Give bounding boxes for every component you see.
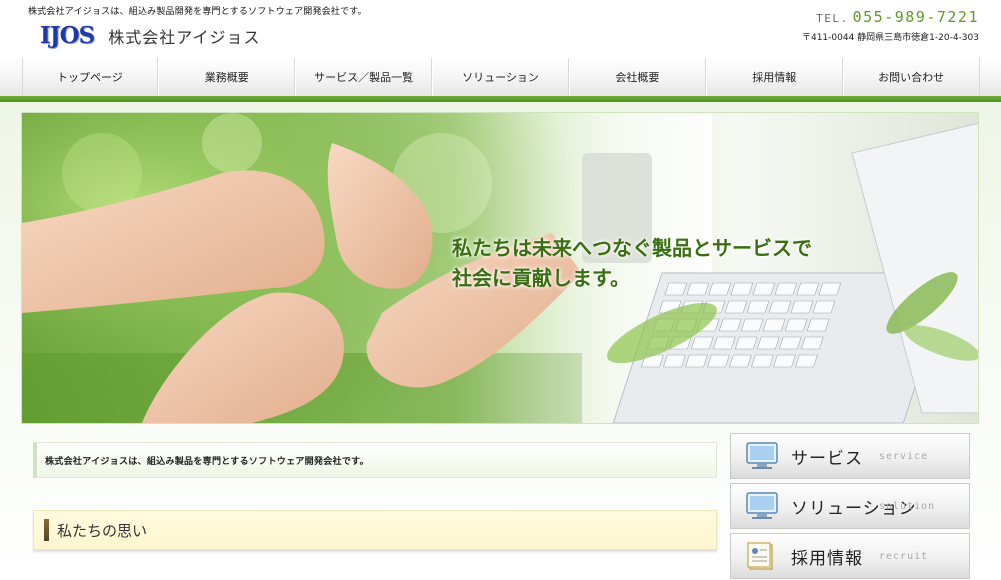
nav-item-business[interactable]: 業務概要 (158, 58, 296, 96)
intro-text: 株式会社アイジョスは、組込み製品を専門とするソフトウェア開発会社です。 (45, 456, 369, 467)
section-heading-marker (44, 519, 49, 541)
header-tagline: 株式会社アイジョスは、組込み製品開発を専門とするソフトウェア開発会社です。 (28, 7, 367, 17)
side-button-sublabel: solution (879, 501, 936, 512)
document-icon (745, 541, 779, 571)
company-name: 株式会社アイジョス (108, 27, 261, 47)
logo[interactable]: IJOS 株式会社アイジョス (40, 22, 261, 49)
nav-item-top[interactable]: トップページ (21, 58, 159, 96)
nav-item-solutions[interactable]: ソリューション (432, 58, 569, 96)
hero-message-line1: 私たちは未来へつなぐ製品とサービスで (452, 236, 812, 260)
side-button-label: 採用情報 (791, 548, 863, 569)
section-heading: 私たちの思い (33, 510, 717, 550)
nav-item-recruit[interactable]: 採用情報 (705, 58, 843, 96)
monitor-icon (745, 491, 779, 521)
logo-mark: IJOS (40, 22, 95, 49)
address: 〒411-0044 静岡県三島市徳倉1-20-4-303 (801, 33, 979, 43)
nav-accent-bar (0, 96, 1001, 102)
nav-item-services[interactable]: サービス／製品一覧 (295, 58, 433, 96)
intro-box: 株式会社アイジョスは、組込み製品を専門とするソフトウェア開発会社です。 (33, 442, 717, 478)
phone-number: TEL. 055-989-7221 (816, 8, 979, 26)
side-button-sublabel: service (879, 451, 929, 462)
nav-item-company[interactable]: 会社概要 (568, 58, 706, 96)
section-title: 私たちの思い (57, 521, 148, 540)
nav-item-contact[interactable]: お問い合わせ (842, 58, 980, 96)
tel-value: 055-989-7221 (852, 8, 979, 26)
hero-message-line2: 社会に貢献します。 (452, 266, 630, 290)
hero-banner: 私たちは未来へつなぐ製品とサービスで 社会に貢献します。 (21, 112, 979, 424)
tel-label: TEL. (816, 12, 849, 25)
side-button-solution[interactable]: ソリューション solution (730, 483, 970, 529)
side-button-label: サービス (791, 448, 863, 469)
hero-message: 私たちは未来へつなぐ製品とサービスで 社会に貢献します。 (452, 233, 812, 293)
side-button-service[interactable]: サービス service (730, 433, 970, 479)
main-navigation: トップページ 業務概要 サービス／製品一覧 ソリューション 会社概要 採用情報 … (0, 58, 1001, 96)
side-button-recruit[interactable]: 採用情報 recruit (730, 533, 970, 579)
side-button-sublabel: recruit (879, 551, 929, 562)
monitor-icon (745, 441, 779, 471)
